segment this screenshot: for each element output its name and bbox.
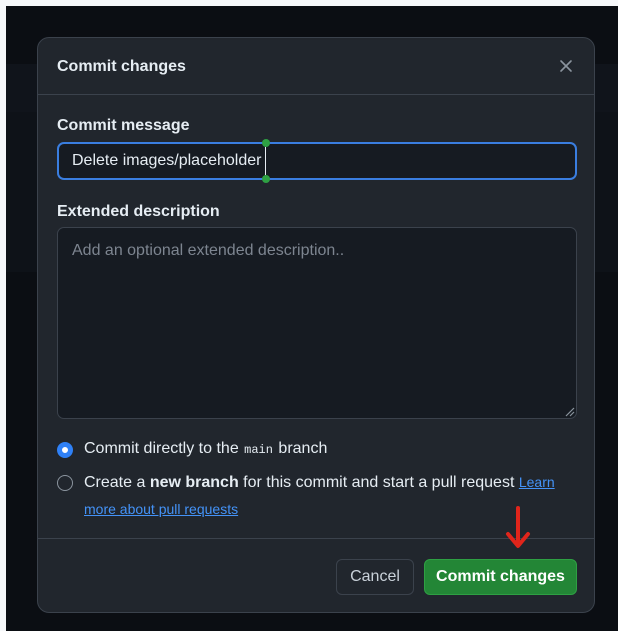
page: Commit changes Commit message Extended d… [0,0,618,631]
commit-directly-suffix: branch [273,440,328,457]
extended-description-label: Extended description [57,203,220,220]
branch-name: main [244,443,273,457]
dialog-title: Commit changes [57,58,186,75]
close-icon [560,60,572,72]
new-branch-prefix: Create a [84,474,150,491]
new-branch-suffix: for this commit and start a pull request [238,474,519,491]
commit-message-input[interactable] [57,142,577,180]
commit-directly-label: Commit directly to the main branch [84,436,327,463]
close-button[interactable] [554,54,578,78]
commit-directly-prefix: Commit directly to the [84,440,244,457]
commit-message-label: Commit message [57,117,190,134]
cancel-button[interactable]: Cancel [336,559,414,595]
footer-divider [38,538,594,539]
new-branch-radio[interactable] [57,475,73,491]
dialog-header: Commit changes [38,38,594,95]
new-branch-bold: new branch [149,474,239,491]
commit-dialog: Commit changes Commit message Extended d… [37,37,595,613]
commit-changes-button[interactable]: Commit changes [424,559,577,595]
commit-directly-radio[interactable] [57,442,73,458]
commit-directly-option[interactable]: Commit directly to the main branch [57,440,327,463]
new-branch-label: Create a new branch for this commit and … [84,469,567,523]
new-branch-option[interactable]: Create a new branch for this commit and … [57,474,567,523]
extended-description-textarea[interactable] [57,227,577,419]
